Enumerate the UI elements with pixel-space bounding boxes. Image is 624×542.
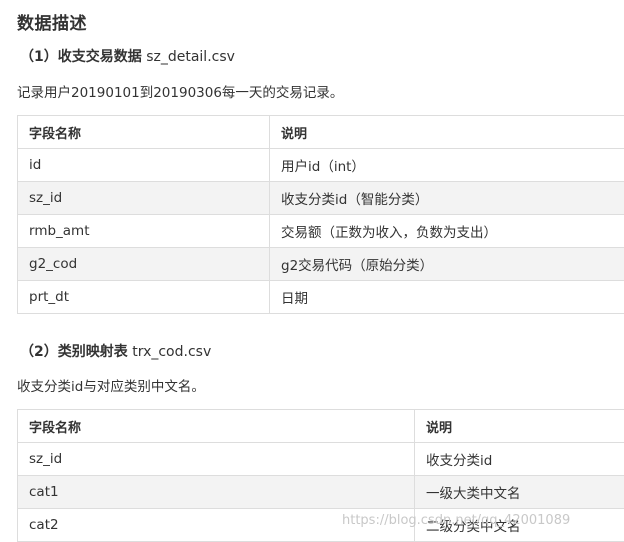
column-header-field: 字段名称 [17,409,415,443]
column-header-desc: 说明 [269,115,624,149]
cell-desc: 一级大类中文名 [414,475,624,509]
table-sz-detail: 字段名称 说明 id 用户id（int） sz_id 收支分类id（智能分类） … [17,115,624,314]
cell-field: sz_id [17,442,415,476]
page-title: 数据描述 [17,14,87,34]
cell-desc: 日期 [269,280,624,314]
column-header-field: 字段名称 [17,115,270,149]
table-row: prt_dt 日期 [17,280,624,314]
cell-desc: 二级分类中文名 [414,508,624,542]
table-row: sz_id 收支分类id（智能分类） [17,181,624,215]
table-trx-cod: 字段名称 说明 sz_id 收支分类id cat1 一级大类中文名 cat2 二… [17,409,624,542]
table-row: rmb_amt 交易额（正数为收入，负数为支出） [17,214,624,248]
section2-number: （2） [20,344,58,360]
cell-field: rmb_amt [17,214,270,248]
cell-field: cat1 [17,475,415,509]
cell-field: cat2 [17,508,415,542]
table-row: cat2 二级分类中文名 [17,508,624,542]
table-row: id 用户id（int） [17,148,624,182]
cell-desc: 收支分类id [414,442,624,476]
table-header-row: 字段名称 说明 [17,409,624,443]
cell-desc: 用户id（int） [269,148,624,182]
section2-name: 类别映射表 [57,344,128,360]
cell-field: sz_id [17,181,270,215]
table-row: g2_cod g2交易代码（原始分类） [17,247,624,281]
table-header-row: 字段名称 说明 [17,115,624,149]
cell-desc: 交易额（正数为收入，负数为支出） [269,214,624,248]
section2-description: 收支分类id与对应类别中文名。 [17,379,205,395]
section1-heading: （1）收支交易数据 sz_detail.csv [20,46,235,66]
column-header-desc: 说明 [414,409,624,443]
section2-file: trx_cod.csv [127,344,212,360]
cell-field: prt_dt [17,280,270,314]
section1-description: 记录用户20190101到20190306每一天的交易记录。 [17,85,344,101]
cell-field: id [17,148,270,182]
section1-name: 收支交易数据 [57,49,142,65]
cell-desc: 收支分类id（智能分类） [269,181,624,215]
cell-desc: g2交易代码（原始分类） [269,247,624,281]
section1-number: （1） [20,49,58,65]
cell-field: g2_cod [17,247,270,281]
section2-heading: （2）类别映射表 trx_cod.csv [20,341,211,361]
section1-file: sz_detail.csv [141,49,235,65]
table-row: sz_id 收支分类id [17,442,624,476]
table-row: cat1 一级大类中文名 [17,475,624,509]
